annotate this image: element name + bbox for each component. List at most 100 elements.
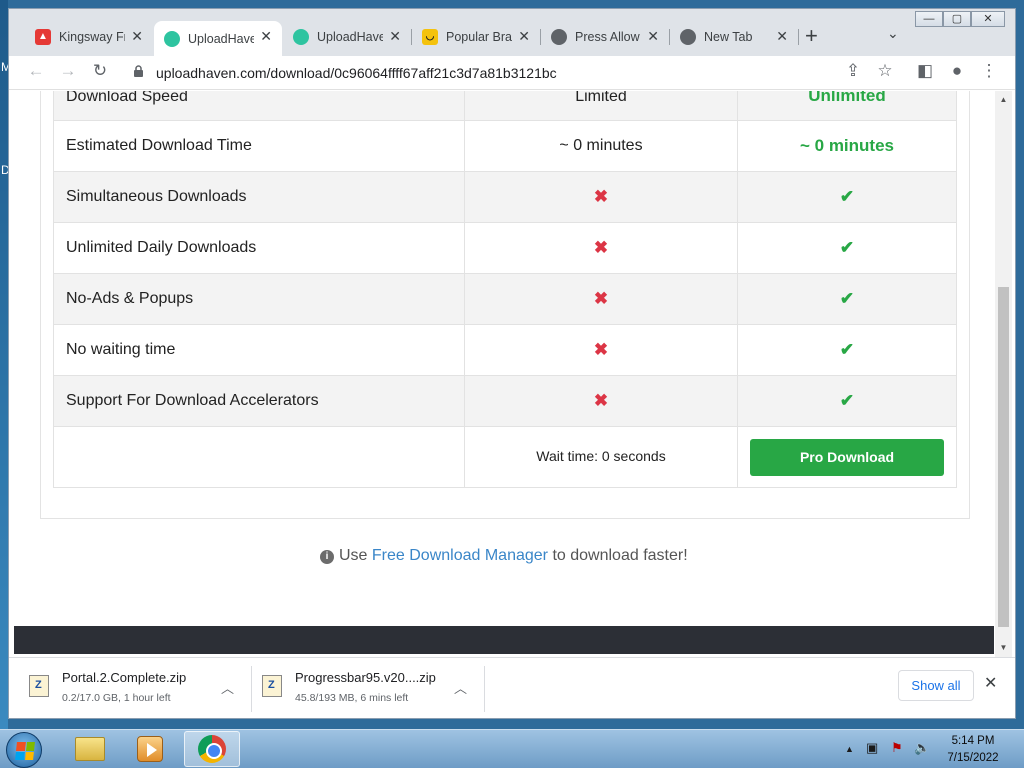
table-row: No waiting time ✖ ✔ — [53, 324, 957, 376]
tab-label: UploadHave — [188, 31, 254, 46]
feature-label: Simultaneous Downloads — [53, 171, 465, 223]
x-mark-icon: ✖ — [593, 289, 609, 308]
page-content: Download Speed Limited Unlimited Estimat… — [9, 91, 999, 654]
tab-press-allow[interactable]: Press Allow ✕ — [541, 21, 669, 52]
chrome-icon — [680, 28, 696, 45]
tab-label: Press Allow — [575, 29, 640, 44]
checkmark-icon: ✔ — [839, 187, 855, 206]
download-item[interactable]: Portal.2.Complete.zip 0.2/17.0 GB, 1 hou… — [29, 666, 247, 712]
feature-label: Estimated Download Time — [53, 120, 465, 172]
tab-popular-brands[interactable]: ◡ Popular Bra ✕ — [412, 21, 540, 52]
volume-icon[interactable]: 🔈 — [914, 740, 930, 756]
fdm-promo: i Use Free Download Manager to download f… — [320, 547, 688, 565]
desktop-edge: M D — [0, 0, 11, 730]
close-window-icon[interactable]: ✕ — [971, 11, 1005, 27]
plan-comparison-table: Download Speed Limited Unlimited Estimat… — [53, 91, 957, 488]
profile-avatar-icon[interactable]: ● — [945, 61, 969, 81]
tab-close-icon[interactable]: ✕ — [518, 28, 530, 45]
forward-arrow-icon[interactable]: → — [56, 61, 80, 81]
tab-label: UploadHave — [317, 29, 383, 44]
tab-close-icon[interactable]: ✕ — [776, 28, 788, 45]
free-download-manager-link[interactable]: Free Download Manager — [372, 547, 548, 564]
media-player-icon — [137, 736, 163, 762]
cloud-icon — [293, 28, 309, 45]
clock-date: 7/15/2022 — [947, 752, 999, 764]
taskbar-media-player[interactable] — [122, 731, 178, 767]
bookmark-star-icon[interactable]: ☆ — [873, 61, 897, 81]
tab-new-tab[interactable]: New Tab ✕ — [670, 21, 798, 52]
tab-close-icon[interactable]: ✕ — [389, 28, 401, 45]
tab-search-chevron-icon[interactable]: ⌄ — [887, 25, 899, 42]
checkmark-icon: ✔ — [839, 238, 855, 257]
promo-suffix: to download faster! — [552, 547, 688, 564]
chevron-up-icon[interactable]: ︿ — [454, 678, 467, 697]
wait-time-text: Wait time: 0 seconds — [536, 448, 666, 464]
scroll-up-icon[interactable]: ▲ — [995, 95, 1012, 104]
x-mark-icon: ✖ — [593, 238, 609, 257]
show-all-button[interactable]: Show all — [898, 670, 974, 701]
free-value: ~ 0 minutes — [464, 120, 738, 172]
feature-label: Unlimited Daily Downloads — [53, 222, 465, 274]
scrollbar-thumb[interactable] — [998, 287, 1009, 627]
download-filename: Progressbar95.v20....zip — [295, 670, 436, 685]
feature-label: Support For Download Accelerators — [53, 375, 465, 427]
checkmark-icon: ✔ — [839, 340, 855, 359]
new-tab-plus-icon[interactable]: + — [805, 23, 818, 49]
table-row: Estimated Download Time ~ 0 minutes ~ 0 … — [53, 120, 957, 172]
x-mark-icon: ✖ — [593, 340, 609, 359]
lock-icon[interactable] — [133, 65, 144, 77]
x-mark-icon: ✖ — [593, 187, 609, 206]
side-panel-icon[interactable]: ◧ — [913, 61, 937, 81]
free-value: Limited — [464, 91, 738, 121]
promo-prefix: Use — [339, 547, 368, 564]
tab-uploadhaven[interactable]: UploadHave ✕ — [283, 21, 411, 52]
maximize-icon[interactable]: ▢ — [943, 11, 971, 27]
taskbar-chrome[interactable] — [184, 731, 240, 767]
action-center-flag-icon[interactable]: ⚑ — [891, 740, 903, 756]
more-menu-icon[interactable]: ⋮ — [977, 61, 1001, 81]
pro-download-button[interactable]: Pro Download — [750, 438, 944, 476]
tab-kingsway[interactable]: ▲ Kingsway Fr ✕ — [25, 21, 153, 52]
shelf-divider — [251, 666, 252, 712]
reload-icon[interactable]: ↻ — [88, 61, 112, 81]
pro-value: Unlimited — [737, 91, 957, 121]
download-item[interactable]: Progressbar95.v20....zip 45.8/193 MB, 6 … — [262, 666, 480, 712]
share-icon[interactable]: ⇪ — [841, 61, 865, 81]
download-progress: 45.8/193 MB, 6 mins left — [295, 692, 409, 704]
tray-expand-icon[interactable]: ▲ — [845, 744, 854, 754]
checkmark-icon: ✔ — [839, 289, 855, 308]
tab-label: Popular Bra — [446, 29, 512, 44]
download-filename: Portal.2.Complete.zip — [62, 670, 187, 685]
minimize-icon[interactable]: — — [915, 11, 943, 27]
tab-uploadhaven-active[interactable]: UploadHave ✕ — [154, 21, 282, 56]
globe-icon — [551, 28, 567, 45]
chevron-up-icon[interactable]: ︿ — [221, 678, 234, 697]
tab-close-icon[interactable]: ✕ — [647, 28, 659, 45]
info-icon: i — [320, 550, 334, 564]
system-clock[interactable]: 5:14 PM 7/15/2022 — [938, 733, 1008, 767]
checkmark-icon: ✔ — [839, 391, 855, 410]
table-row: Unlimited Daily Downloads ✖ ✔ — [53, 222, 957, 274]
network-icon[interactable]: ▣ — [866, 740, 878, 756]
smile-icon: ◡ — [422, 28, 438, 45]
chrome-icon — [198, 735, 226, 763]
folder-icon — [75, 737, 105, 761]
taskbar-explorer[interactable] — [62, 731, 118, 767]
vertical-scrollbar[interactable]: ▲ ▼ — [995, 91, 1012, 657]
fire-icon: ▲ — [35, 28, 51, 45]
empty-cell — [53, 426, 465, 488]
windows-taskbar: ▲ ▣ ⚑ 🔈 5:14 PM 7/15/2022 — [0, 729, 1024, 768]
address-bar-url[interactable]: uploadhaven.com/download/0c96064ffff67af… — [156, 65, 557, 81]
tab-close-icon[interactable]: ✕ — [131, 28, 143, 45]
close-shelf-icon[interactable]: ✕ — [984, 673, 997, 693]
download-progress: 0.2/17.0 GB, 1 hour left — [62, 692, 171, 704]
clock-time: 5:14 PM — [951, 735, 995, 747]
start-button[interactable] — [6, 732, 42, 768]
page-footer — [14, 626, 994, 654]
back-arrow-icon[interactable]: ← — [24, 61, 48, 81]
tab-close-icon[interactable]: ✕ — [260, 28, 272, 45]
feature-label: Download Speed — [53, 91, 465, 121]
table-row: Download Speed Limited Unlimited — [53, 91, 957, 121]
tab-strip: ▲ Kingsway Fr ✕ UploadHave ✕ UploadHave … — [9, 9, 1015, 56]
scroll-down-icon[interactable]: ▼ — [995, 643, 1012, 652]
